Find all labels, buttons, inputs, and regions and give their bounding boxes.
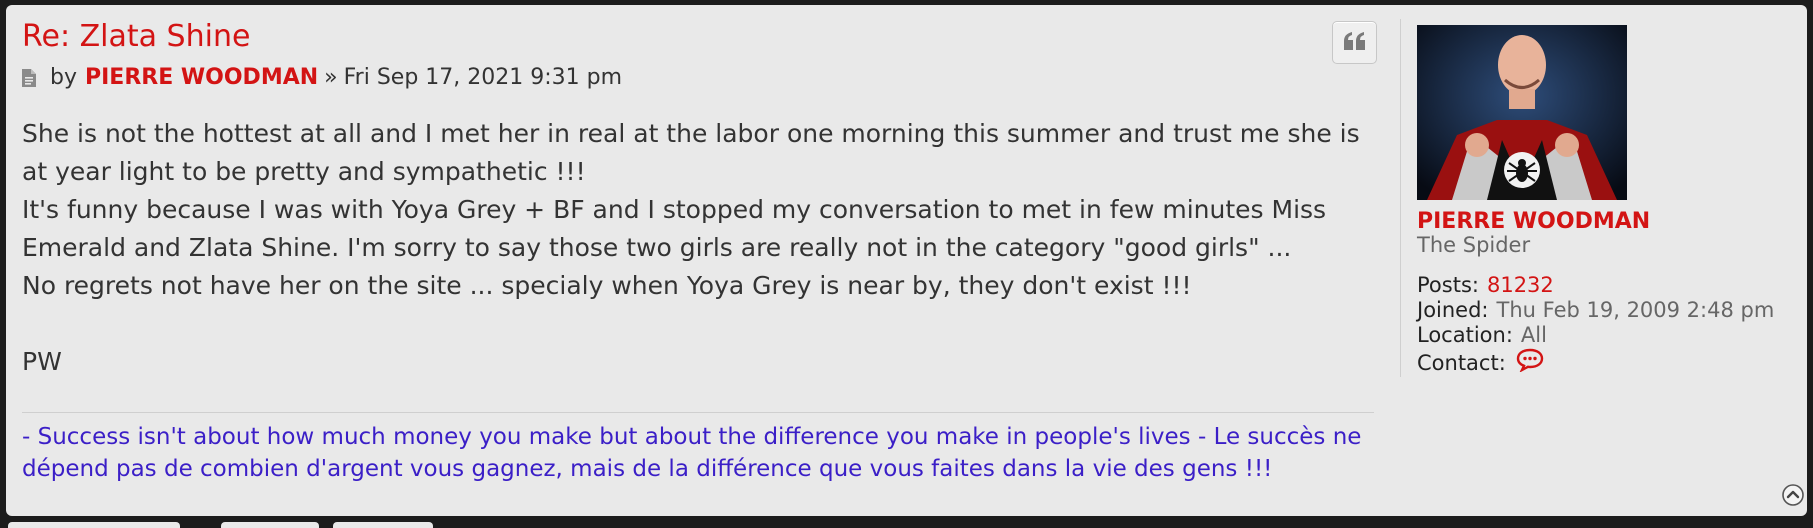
profile-contact-row: Contact: (1417, 348, 1774, 378)
post-meta: by PIERRE WOODMAN » Fri Sep 17, 2021 9:3… (22, 65, 622, 90)
joined-label: Joined: (1417, 298, 1489, 322)
content-paragraph: No regrets not have her on the site ... … (22, 271, 1192, 300)
quote-icon (1343, 31, 1366, 54)
arrow-up-circle-icon (1782, 484, 1804, 510)
profile-location-row: Location: All (1417, 323, 1774, 348)
speech-bubble-icon[interactable] (1516, 348, 1544, 378)
location-value: All (1520, 323, 1547, 347)
profile-joined-row: Joined: Thu Feb 19, 2009 2:48 pm (1417, 298, 1774, 323)
bottom-button-stub[interactable] (221, 522, 319, 528)
bottom-button-stub[interactable] (8, 522, 180, 528)
location-label: Location: (1417, 323, 1513, 347)
bottom-button-stub[interactable] (333, 522, 433, 528)
post-content: She is not the hottest at all and I met … (22, 115, 1374, 381)
avatar[interactable] (1417, 25, 1627, 200)
post-title[interactable]: Re: Zlata Shine (22, 19, 250, 54)
meta-separator: » (324, 65, 338, 90)
joined-value: Thu Feb 19, 2009 2:48 pm (1496, 298, 1775, 322)
posts-count-link[interactable]: 81232 (1487, 273, 1554, 298)
post-date: Fri Sep 17, 2021 9:31 pm (343, 65, 623, 90)
file-icon[interactable] (22, 68, 36, 87)
post-author-link[interactable]: PIERRE WOODMAN (85, 65, 318, 90)
contact-label: Contact: (1417, 350, 1506, 375)
profile-username-link[interactable]: PIERRE WOODMAN (1417, 209, 1650, 234)
post-profile: PIERRE WOODMAN The Spider Posts: 81232 J… (1400, 19, 1801, 377)
profile-details: Posts: 81232 Joined: Thu Feb 19, 2009 2:… (1417, 273, 1774, 378)
content-paragraph: She is not the hottest at all and I met … (22, 119, 1360, 186)
back-to-top-button[interactable] (1782, 484, 1804, 506)
profile-rank: The Spider (1417, 233, 1531, 257)
profile-posts-row: Posts: 81232 (1417, 273, 1774, 298)
post-signature: - Success isn't about how much money you… (22, 412, 1374, 485)
posts-label: Posts: (1417, 273, 1479, 297)
bottom-button-row (0, 522, 1813, 528)
content-paragraph: PW (22, 347, 62, 376)
meta-by: by (50, 65, 77, 90)
content-paragraph: It's funny because I was with Yoya Grey … (22, 195, 1327, 262)
quote-button[interactable] (1332, 21, 1377, 64)
forum-post: Re: Zlata Shine by PIERRE WOODMAN » Fri … (6, 5, 1807, 516)
